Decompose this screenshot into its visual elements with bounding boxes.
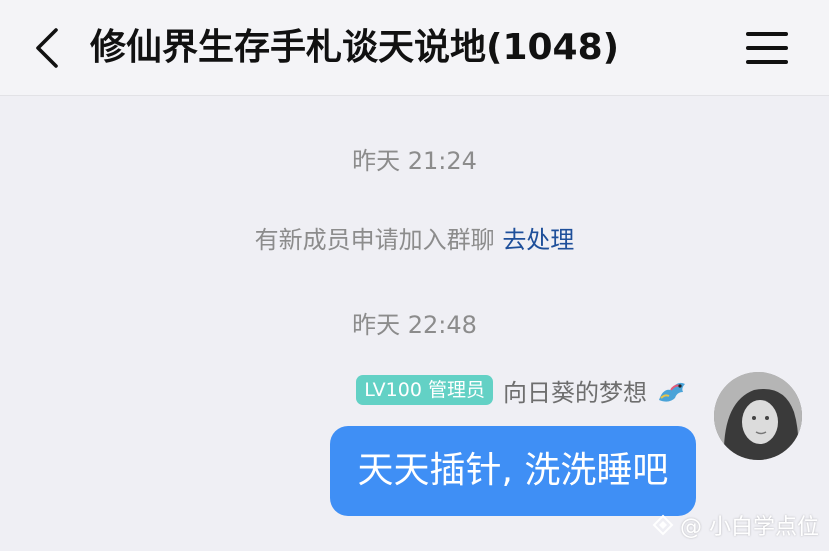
handle-request-link[interactable]: 去处理 bbox=[502, 226, 574, 254]
hamburger-menu-icon bbox=[746, 32, 788, 36]
menu-button[interactable] bbox=[746, 30, 788, 66]
chat-header: 修仙界生存手札谈天说地(1048) bbox=[0, 0, 829, 96]
chevron-left-icon bbox=[36, 28, 58, 68]
dragon-emoji-icon bbox=[659, 382, 685, 402]
diamond-logo-icon bbox=[652, 514, 674, 536]
back-button[interactable] bbox=[30, 26, 64, 70]
chat-title: 修仙界生存手札谈天说地(1048) bbox=[90, 27, 620, 68]
watermark-text: @ 小白学点位 bbox=[680, 515, 819, 540]
timestamp: 昨天 21:24 bbox=[352, 147, 477, 175]
timestamp: 昨天 22:48 bbox=[352, 311, 477, 339]
system-notice: 有新成员申请加入群聊 去处理 bbox=[0, 220, 829, 255]
avatar-image bbox=[714, 372, 802, 460]
sender-name[interactable]: 向日葵的梦想 bbox=[503, 373, 647, 408]
notice-text: 有新成员申请加入群聊 bbox=[254, 226, 495, 254]
message-bubble[interactable]: 天天插针, 洗洗睡吧 bbox=[330, 426, 696, 516]
level-badge: LV100 管理员 bbox=[356, 375, 493, 405]
avatar[interactable] bbox=[714, 372, 802, 460]
hamburger-line bbox=[746, 60, 788, 64]
sender-info: LV100 管理员 向日葵的梦想 bbox=[356, 373, 689, 407]
watermark: @ 小白学点位 bbox=[650, 509, 819, 541]
hamburger-line bbox=[746, 46, 788, 50]
